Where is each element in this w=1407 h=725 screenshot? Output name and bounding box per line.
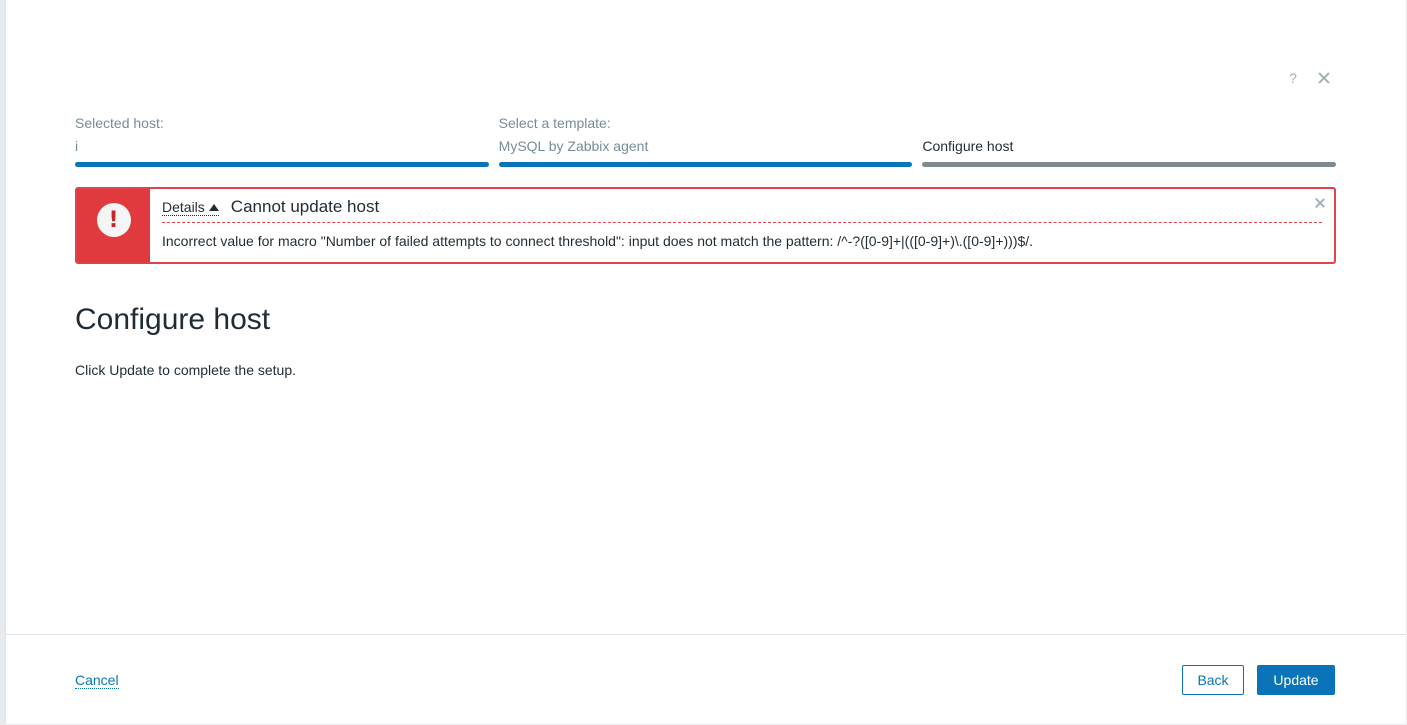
- wizard-steps: Selected host: i Select a template: MySQ…: [75, 114, 1337, 167]
- error-icon-area: !: [77, 189, 150, 262]
- cancel-link[interactable]: Cancel: [75, 672, 119, 689]
- step-label: [922, 114, 1336, 132]
- details-toggle[interactable]: Details: [162, 199, 219, 216]
- exclamation-icon: !: [96, 203, 131, 237]
- step-select-template: Select a template: MySQL by Zabbix agent: [498, 114, 913, 167]
- step-configure-host: Configure host: [922, 114, 1337, 167]
- error-header: Details Cannot update host: [162, 197, 1322, 223]
- step-selected-host: Selected host: i: [75, 114, 489, 167]
- close-icon[interactable]: [1316, 70, 1332, 86]
- page-description: Click Update to complete the setup.: [75, 362, 297, 378]
- error-detail-text: Incorrect value for macro "Number of fai…: [162, 233, 1034, 249]
- step-value: i: [75, 138, 79, 154]
- dialog-footer: Cancel Back Update: [6, 634, 1406, 725]
- help-icon[interactable]: ?: [1286, 70, 1300, 86]
- error-close-icon[interactable]: [1314, 197, 1326, 209]
- step-label: Selected host:: [75, 115, 164, 131]
- details-label: Details: [162, 199, 205, 215]
- step-progress-bar: [75, 162, 489, 167]
- step-value: Configure host: [922, 138, 1014, 154]
- quick-setup-dialog: ? Selected host: i Select a template: My…: [5, 0, 1406, 724]
- step-progress-bar: [498, 162, 913, 167]
- back-button[interactable]: Back: [1182, 665, 1244, 695]
- update-button[interactable]: Update: [1257, 665, 1335, 695]
- error-message-box: ! Details Cannot update host Incorrect v…: [75, 187, 1336, 264]
- triangle-up-icon: [208, 204, 219, 211]
- step-value: MySQL by Zabbix agent: [498, 138, 649, 154]
- dialog-header-controls: ?: [1286, 70, 1332, 86]
- step-progress-bar: [922, 162, 1337, 167]
- page-title: Configure host: [75, 303, 271, 336]
- error-content: Details Cannot update host Incorrect val…: [150, 189, 1334, 262]
- step-label: Select a template:: [498, 115, 611, 131]
- error-title: Cannot update host: [230, 197, 380, 216]
